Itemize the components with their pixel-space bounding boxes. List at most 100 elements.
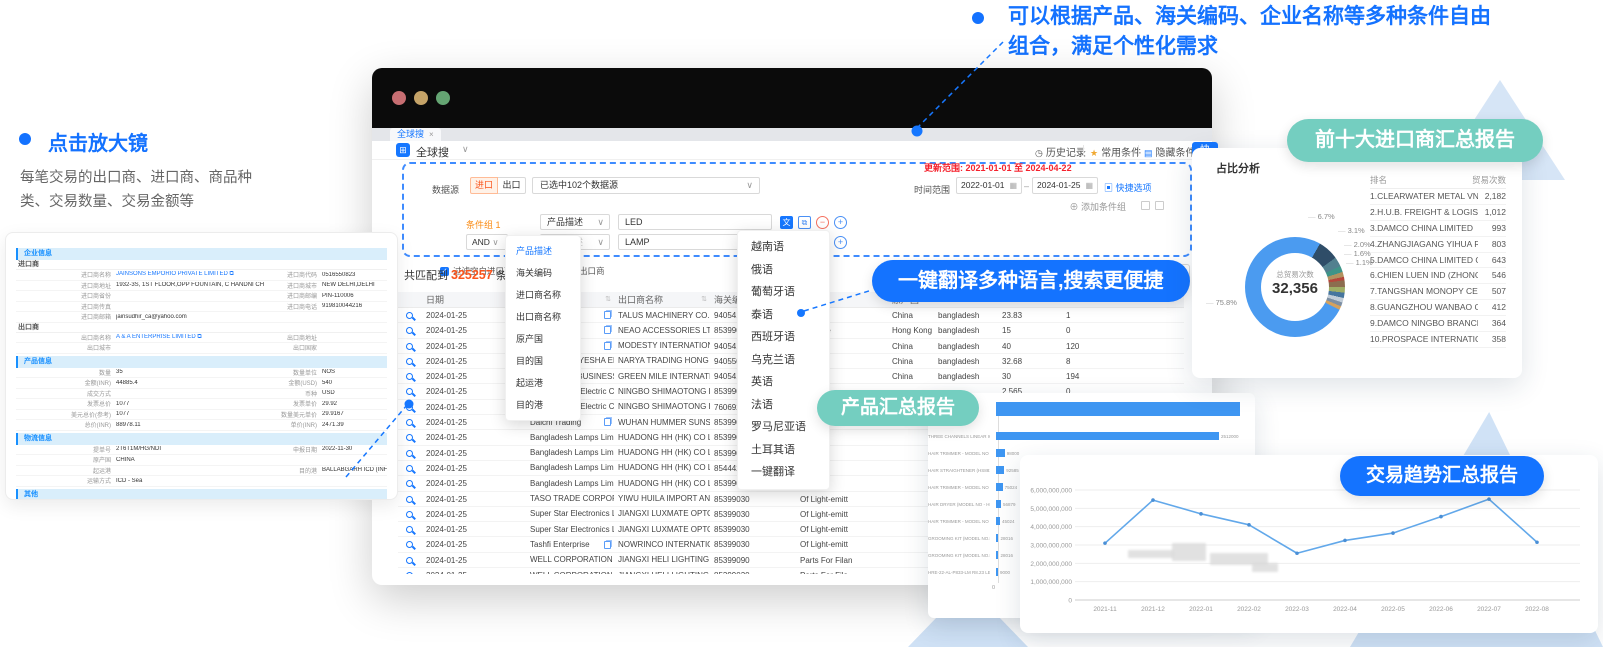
sort-icon[interactable]: ⇅: [701, 292, 707, 307]
close-window-icon[interactable]: [392, 91, 406, 105]
weight-cell: 8: [1062, 354, 1118, 368]
language-menu-item[interactable]: 法语: [738, 394, 829, 417]
add-condition-icon[interactable]: +: [834, 216, 847, 229]
date-from-input[interactable]: 2022-01-01▦: [956, 177, 1022, 194]
language-menu-item[interactable]: 俄语: [738, 259, 829, 282]
quantity-cell: 40: [998, 339, 1062, 353]
add-condition-group-link[interactable]: ⊕ 添加条件组: [1069, 200, 1126, 213]
magnifier-icon[interactable]: [406, 343, 413, 350]
bar-label: HAIR TRIMMER - MODEL NO - HT20...: [928, 451, 990, 456]
field-menu-item[interactable]: 海关编码: [506, 262, 580, 284]
importer-list-row[interactable]: 8.GUANGZHOU WANBAO GR...412: [1370, 300, 1506, 316]
importer-list-row[interactable]: 9.DAMCO NINGBO BRANCH364: [1370, 316, 1506, 332]
language-menu-item[interactable]: 泰语: [738, 304, 829, 327]
magnifier-icon[interactable]: [406, 496, 413, 503]
language-menu-item[interactable]: 越南语: [738, 236, 829, 259]
date-to-input[interactable]: 2024-01-25▦: [1032, 177, 1098, 194]
batch-icon[interactable]: ⧉: [798, 216, 811, 229]
add-condition-icon[interactable]: +: [834, 236, 847, 249]
importer-list-row[interactable]: 4.ZHANGJIAGANG YIHUA RU...803: [1370, 237, 1506, 253]
minimize-window-icon[interactable]: [414, 91, 428, 105]
export-tab[interactable]: 出口: [498, 177, 526, 194]
magnifier-icon[interactable]: [406, 465, 413, 472]
magnifier-icon[interactable]: [406, 541, 413, 548]
field-label: 进口商电话: [264, 302, 322, 311]
card-field-row: 进口商地址1932-3S, 1ST FLOOR,OPP FOUNTAIN, C …: [16, 281, 387, 292]
field-menu-item[interactable]: 原产国: [506, 328, 580, 350]
magnifier-icon[interactable]: [406, 312, 413, 319]
exporter-name: MODESTY INTERNATIONAL LI: [618, 339, 710, 353]
copy-icon[interactable]: [604, 326, 611, 334]
card-field-row: 原产国CHINA: [16, 455, 387, 466]
language-menu-item[interactable]: 西班牙语: [738, 326, 829, 349]
field-menu-item[interactable]: 目的国: [506, 350, 580, 372]
magnifier-icon[interactable]: [406, 434, 413, 441]
field-menu-item[interactable]: 进口商名称: [506, 284, 580, 306]
date-cell: 2024-01-25: [422, 492, 526, 506]
datasource-label: 数据源: [432, 183, 459, 196]
magnifier-icon[interactable]: [406, 526, 413, 533]
layout-icon[interactable]: [1141, 201, 1150, 210]
field-menu-item[interactable]: 出口商名称: [506, 306, 580, 328]
language-menu-item[interactable]: 一键翻译: [738, 461, 829, 484]
copy-icon[interactable]: [604, 541, 611, 549]
importer-list-row[interactable]: 7.TANGSHAN MONOPY CERA...507: [1370, 284, 1506, 300]
language-menu-item[interactable]: 罗马尼亚语: [738, 416, 829, 439]
field-menu-item[interactable]: 目的港: [506, 394, 580, 416]
copy-icon[interactable]: [604, 342, 611, 350]
external-link-icon[interactable]: ⧉: [228, 271, 234, 277]
language-menu-item[interactable]: 乌克兰语: [738, 349, 829, 372]
field-menu-item[interactable]: 起运港: [506, 372, 580, 394]
svg-text:2022-03: 2022-03: [1285, 606, 1309, 613]
panel-icon: ▤: [1144, 148, 1153, 158]
magnifier-icon[interactable]: [406, 327, 413, 334]
keyword-input-1[interactable]: LED: [618, 214, 772, 230]
field-select-1[interactable]: 产品描述∨: [540, 214, 610, 230]
product-desc-cell: Of Light-emitt: [796, 492, 888, 506]
card-field-row: 运输方式ICD - Sea: [16, 476, 387, 487]
row-detail-cell: [398, 339, 422, 353]
trade-count: 364: [1492, 316, 1506, 331]
copy-icon[interactable]: [604, 418, 611, 426]
magnifier-icon[interactable]: [406, 388, 413, 395]
history-button[interactable]: ◷历史记录: [1035, 144, 1086, 159]
quick-options-link[interactable]: ▣ 快捷选项: [1104, 181, 1152, 194]
magnifier-icon[interactable]: [406, 450, 413, 457]
language-menu-item[interactable]: 葡萄牙语: [738, 281, 829, 304]
magnifier-icon[interactable]: [406, 572, 413, 574]
import-tab[interactable]: 进口: [470, 177, 498, 194]
tab-close-icon[interactable]: ×: [429, 130, 434, 139]
magnifier-icon[interactable]: [406, 511, 413, 518]
magnifier-icon[interactable]: [406, 358, 413, 365]
field-menu-item[interactable]: 产品描述: [506, 240, 580, 262]
translate-icon[interactable]: 文: [780, 216, 793, 229]
and-or-select[interactable]: AND ∨: [466, 234, 508, 250]
magnifier-icon[interactable]: [406, 419, 413, 426]
app-switcher[interactable]: 全球搜: [416, 144, 449, 160]
language-menu-item[interactable]: 土耳其语: [738, 439, 829, 462]
sort-icon[interactable]: ⇅: [605, 292, 611, 307]
importer-list-row[interactable]: 6.CHIEN LUEN IND (ZHONGS...546: [1370, 268, 1506, 284]
importer-list-row[interactable]: 10.PROSPACE INTERNATIONA...358: [1370, 332, 1506, 348]
importer-list-row[interactable]: 1.CLEARWATER METAL VN ...2,182: [1370, 189, 1506, 205]
column-header[interactable]: 出口商名称⇅: [614, 292, 710, 307]
importer-list-row[interactable]: 5.DAMCO CHINA LIMITED O/B643: [1370, 253, 1506, 269]
divider: [1083, 145, 1084, 156]
magnifier-icon[interactable]: [406, 557, 413, 564]
language-menu-item[interactable]: 英语: [738, 371, 829, 394]
magnifier-icon[interactable]: [406, 373, 413, 380]
tab-global-search[interactable]: 全球搜×: [390, 128, 441, 141]
layout-icon[interactable]: [1155, 201, 1164, 210]
importer-list-row[interactable]: 3.DAMCO CHINA LIMITED993: [1370, 221, 1506, 237]
remove-condition-icon[interactable]: −: [816, 216, 829, 229]
maximize-window-icon[interactable]: [436, 91, 450, 105]
field-value: 1077: [116, 411, 264, 417]
magnifier-icon[interactable]: [406, 404, 413, 411]
copy-icon[interactable]: [604, 311, 611, 319]
favorite-conditions-button[interactable]: ★常用条件: [1090, 144, 1141, 159]
importer-list-row[interactable]: 2.H.U.B. FREIGHT & LOGISTI...1,012: [1370, 205, 1506, 221]
external-link-icon[interactable]: ⧉: [196, 334, 202, 340]
magnifier-icon[interactable]: [406, 480, 413, 487]
datasource-select[interactable]: 已选中102个数据源∨: [532, 177, 760, 194]
hide-conditions-button[interactable]: ▤隐藏条件: [1144, 144, 1196, 159]
